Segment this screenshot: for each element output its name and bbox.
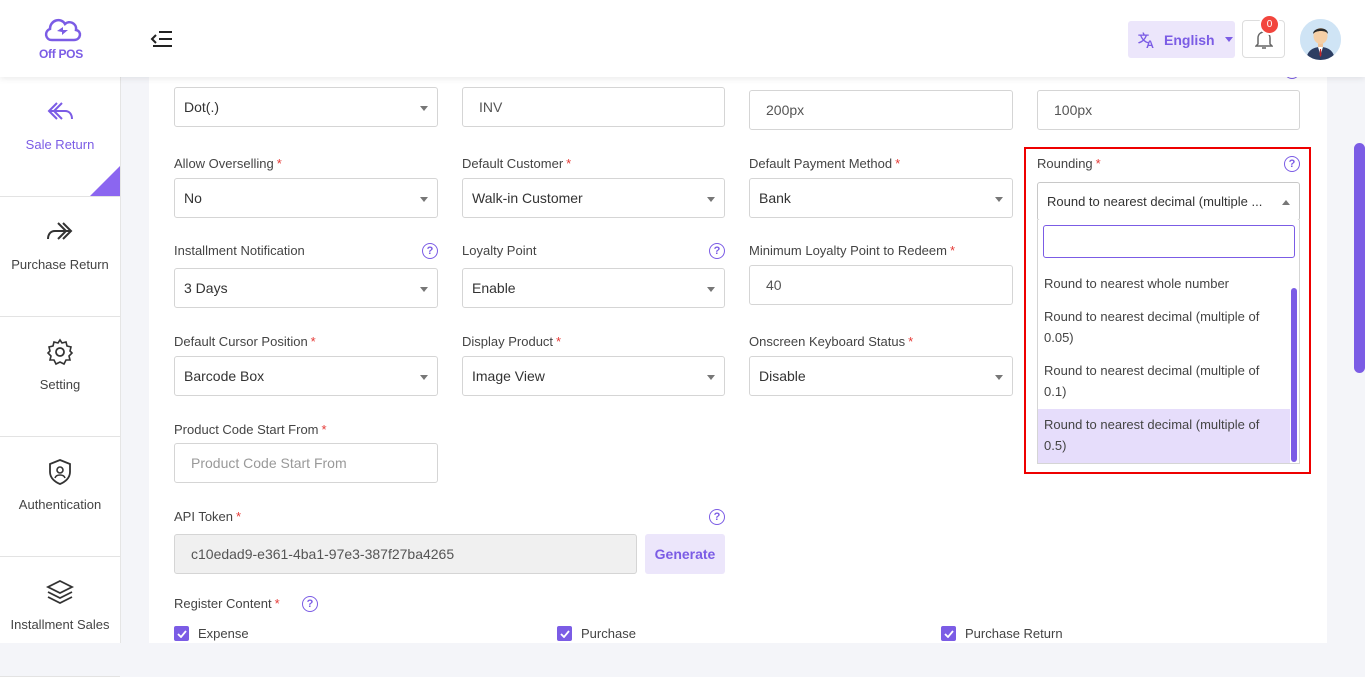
- select-value: Barcode Box: [184, 368, 265, 384]
- checkmark-icon: [174, 626, 189, 641]
- sale-return-icon: [47, 102, 73, 120]
- default-payment-method-label: Default Payment Method *: [749, 156, 901, 171]
- chevron-down-icon: [420, 106, 428, 111]
- product-code-start-label: Product Code Start From *: [174, 422, 327, 437]
- select-value: Bank: [759, 190, 791, 206]
- generate-button[interactable]: Generate: [645, 534, 725, 574]
- min-loyalty-point-input[interactable]: 40: [749, 265, 1013, 305]
- focus-highlight-box: [1024, 147, 1311, 474]
- checkbox-purchase-return[interactable]: Purchase Return: [941, 626, 1063, 641]
- language-selector[interactable]: 文 A English: [1128, 21, 1235, 58]
- allow-overselling-label: Allow Overselling *: [174, 156, 282, 171]
- display-product-select[interactable]: Image View: [462, 356, 725, 396]
- top-header: Off POS 文 A English 0: [0, 0, 1365, 77]
- default-customer-label: Default Customer *: [462, 156, 572, 171]
- active-marker: [90, 166, 120, 196]
- default-cursor-position-label: Default Cursor Position *: [174, 334, 316, 349]
- sidebar-item-purchase-return[interactable]: Purchase Return: [0, 197, 120, 317]
- checkbox-label: Expense: [198, 626, 249, 641]
- select-value: 3 Days: [184, 280, 228, 296]
- api-token-label: API Token *: [174, 509, 242, 524]
- sidebar-item-label: Setting: [39, 377, 81, 392]
- display-product-label: Display Product *: [462, 334, 562, 349]
- select-value: Image View: [472, 368, 545, 384]
- default-payment-method-select[interactable]: Bank: [749, 178, 1013, 218]
- svg-text:A: A: [1146, 39, 1154, 49]
- translate-icon: 文 A: [1138, 31, 1154, 49]
- purchase-return-icon: [47, 222, 73, 240]
- chevron-down-icon: [995, 375, 1003, 380]
- help-icon[interactable]: ?: [709, 243, 725, 259]
- chevron-down-icon: [707, 197, 715, 202]
- height-input[interactable]: 100px: [1037, 90, 1300, 130]
- installment-notification-select[interactable]: 3 Days: [174, 268, 438, 308]
- api-token-input[interactable]: c10edad9-e361-4ba1-97e3-387f27ba4265: [174, 534, 637, 574]
- chevron-down-icon: [1224, 37, 1233, 42]
- avatar-icon: [1300, 19, 1341, 60]
- app-logo[interactable]: Off POS: [36, 14, 88, 64]
- min-loyalty-point-label: Minimum Loyalty Point to Redeem *: [749, 243, 956, 258]
- checkbox-purchase[interactable]: Purchase: [557, 626, 636, 641]
- checkmark-icon: [557, 626, 572, 641]
- shield-icon: [49, 459, 71, 485]
- sidebar: Sale Return Purchase Return Setting Auth…: [0, 77, 121, 677]
- loyalty-point-label: Loyalty Point: [462, 243, 537, 258]
- chevron-down-icon: [995, 197, 1003, 202]
- sidebar-item-authentication[interactable]: Authentication: [0, 437, 120, 557]
- invoice-prefix-input[interactable]: INV: [462, 87, 725, 127]
- layers-icon: [45, 579, 75, 605]
- chevron-down-icon: [420, 375, 428, 380]
- page-scrollbar[interactable]: [1354, 143, 1365, 373]
- sidebar-item-sale-return[interactable]: Sale Return: [0, 77, 120, 197]
- checkbox-label: Purchase Return: [965, 626, 1063, 641]
- onscreen-keyboard-label: Onscreen Keyboard Status *: [749, 334, 914, 349]
- sidebar-item-label: Sale Return: [25, 137, 95, 152]
- language-label: English: [1164, 31, 1215, 48]
- default-cursor-position-select[interactable]: Barcode Box: [174, 356, 438, 396]
- sidebar-item-label: Purchase Return: [11, 257, 109, 272]
- chevron-down-icon: [707, 375, 715, 380]
- select-value: Walk-in Customer: [472, 190, 583, 206]
- logo-text: Off POS: [39, 47, 83, 61]
- checkmark-icon: [941, 626, 956, 641]
- user-avatar[interactable]: [1300, 19, 1341, 60]
- separator-select[interactable]: Dot(.): [174, 87, 438, 127]
- chevron-down-icon: [707, 287, 715, 292]
- sidebar-item-setting[interactable]: Setting: [0, 317, 120, 437]
- cloud-logo-icon: [44, 18, 82, 42]
- help-icon[interactable]: ?: [302, 596, 318, 612]
- onscreen-keyboard-select[interactable]: Disable: [749, 356, 1013, 396]
- chevron-down-icon: [420, 287, 428, 292]
- gear-icon: [46, 338, 74, 366]
- checkbox-expense[interactable]: Expense: [174, 626, 249, 641]
- checkbox-label: Purchase: [581, 626, 636, 641]
- menu-collapse-icon: [150, 31, 172, 47]
- help-icon[interactable]: ?: [709, 509, 725, 525]
- width-input[interactable]: 200px: [749, 90, 1013, 130]
- select-value: No: [184, 190, 202, 206]
- select-value: Disable: [759, 368, 806, 384]
- select-value: Dot(.): [184, 99, 219, 115]
- sidebar-item-installment-sales[interactable]: Installment Sales: [0, 557, 120, 677]
- chevron-down-icon: [420, 197, 428, 202]
- loyalty-point-select[interactable]: Enable: [462, 268, 725, 308]
- register-content-label: Register Content *: [174, 596, 280, 611]
- default-customer-select[interactable]: Walk-in Customer: [462, 178, 725, 218]
- sidebar-item-label: Installment Sales: [10, 617, 110, 632]
- sidebar-item-label: Authentication: [18, 497, 102, 512]
- allow-overselling-select[interactable]: No: [174, 178, 438, 218]
- help-icon[interactable]: ?: [422, 243, 438, 259]
- select-value: Enable: [472, 280, 516, 296]
- notification-badge: 0: [1259, 14, 1280, 35]
- installment-notification-label: Installment Notification: [174, 243, 305, 258]
- product-code-start-input[interactable]: Product Code Start From: [174, 443, 438, 483]
- menu-collapse-button[interactable]: [150, 28, 174, 50]
